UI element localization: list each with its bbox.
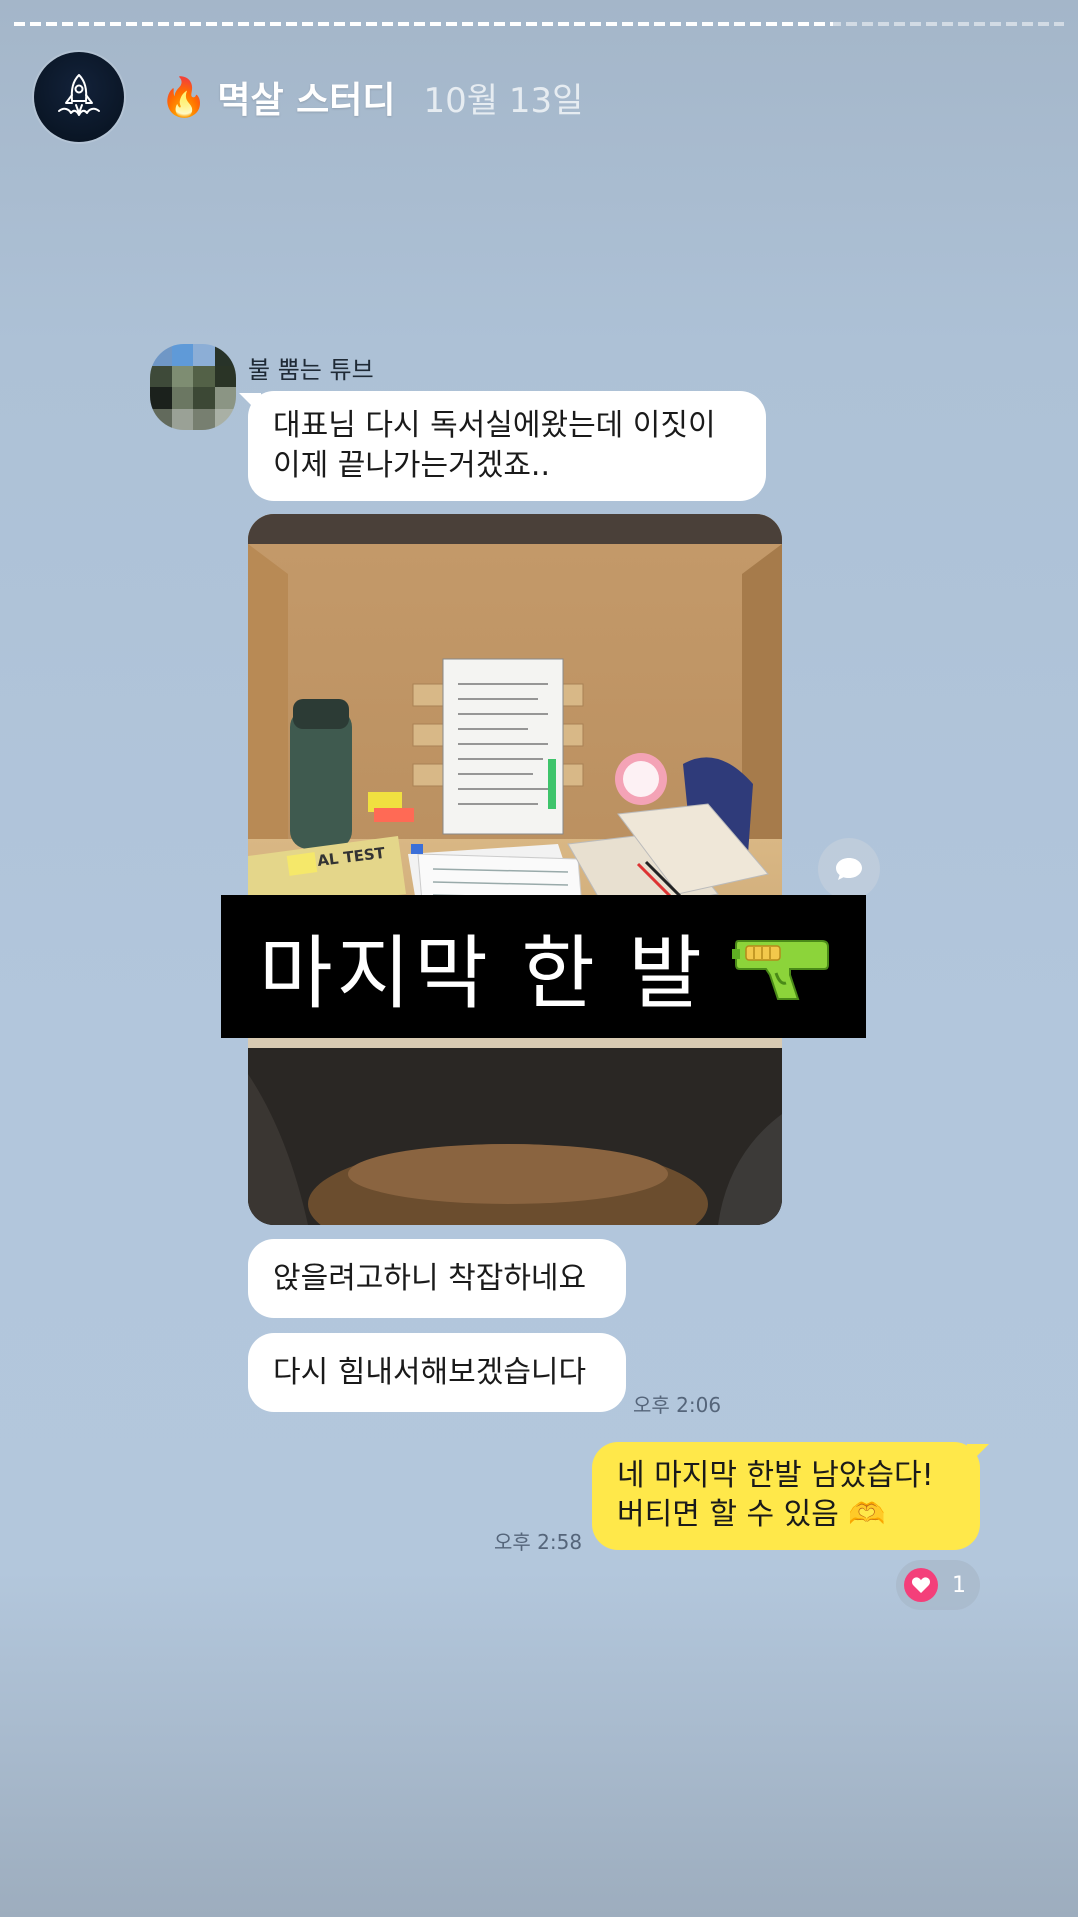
story-header: 🔥 멱살 스터디 10월 13일: [34, 52, 583, 142]
profile-avatar[interactable]: [34, 52, 124, 142]
message-text: 대표님 다시 독서실에왔는데 이짓이: [273, 408, 716, 443]
message-text: 다시 힘내서해보겠습니다: [273, 1354, 587, 1390]
heart-icon: [904, 1568, 938, 1602]
message-text: 네 마지막 한발 남았습다!: [617, 1458, 934, 1493]
message-bubble[interactable]: 앉을려고하니 착잡하네요: [248, 1239, 626, 1318]
water-gun-icon: [731, 939, 829, 1000]
story-text-sticker[interactable]: 마지막 한 발: [221, 895, 866, 1038]
story-progress-fill: [14, 22, 833, 26]
message-timestamp: 오후 2:06: [633, 1393, 722, 1417]
message-text: 버티면 할 수 있음 🫶: [617, 1497, 886, 1532]
story-progress-bar: [14, 22, 1064, 26]
sender-name: 불 뿜는 튜브: [248, 356, 374, 384]
story-date: 10월 13일: [423, 80, 584, 121]
comment-icon[interactable]: [818, 838, 880, 900]
story-title: 멱살 스터디: [217, 80, 396, 121]
message-text: 앉을려고하니 착잡하네요: [273, 1260, 587, 1296]
reaction-badge[interactable]: 1: [896, 1560, 980, 1610]
message-timestamp: 오후 2:58: [494, 1530, 583, 1554]
rocket-icon: [58, 74, 100, 116]
photo-message[interactable]: AL TEST: [248, 514, 782, 1225]
message-bubble[interactable]: 다시 힘내서해보겠습니다: [248, 1333, 626, 1412]
sender-avatar[interactable]: [150, 344, 236, 430]
my-message-bubble[interactable]: 네 마지막 한발 남았습다! 버티면 할 수 있음 🫶: [592, 1442, 980, 1550]
message-bubble[interactable]: 대표님 다시 독서실에왔는데 이짓이 이제 끝나가는거겠죠..: [248, 391, 766, 501]
fire-icon: 🔥: [160, 75, 208, 119]
study-desk-photo: AL TEST: [248, 514, 782, 1225]
sticker-text: 마지막 한 발: [259, 926, 706, 1020]
reaction-count: 1: [952, 1572, 966, 1598]
message-text: 이제 끝나가는거겠죠..: [273, 448, 551, 483]
